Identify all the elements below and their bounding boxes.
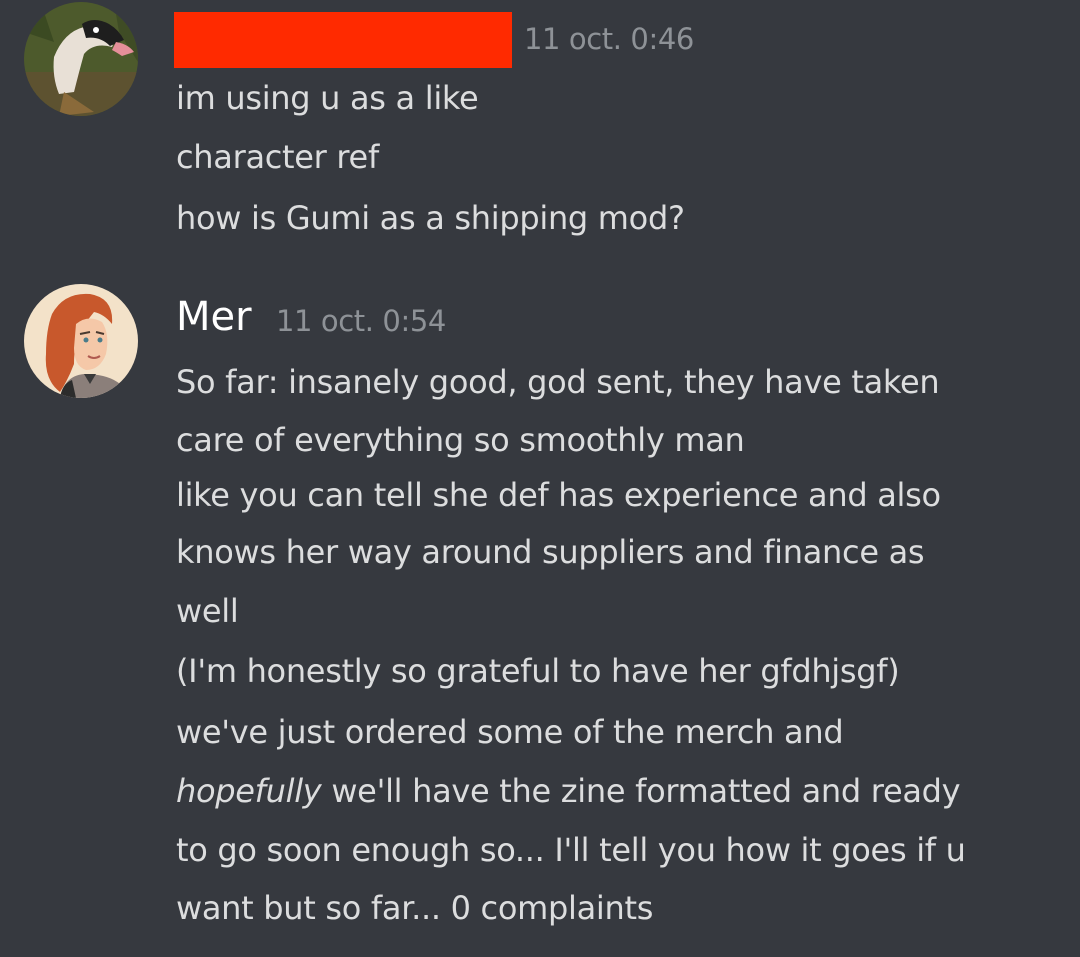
- goose-avatar-icon: [24, 2, 138, 116]
- message-line: im using u as a like: [176, 79, 479, 117]
- redacted-username: [174, 12, 512, 68]
- message-line: knows her way around suppliers and finan…: [176, 533, 925, 571]
- message-timestamp: 11 oct. 0:46: [524, 22, 694, 56]
- message-line-text: we'll have the zine formatted and ready: [331, 772, 961, 810]
- message-line: So far: insanely good, god sent, they ha…: [176, 363, 940, 401]
- avatar[interactable]: [24, 2, 138, 116]
- message-line: how is Gumi as a shipping mod?: [176, 199, 685, 237]
- message-line: character ref: [176, 138, 379, 176]
- avatar[interactable]: [24, 284, 138, 398]
- message-line: well: [176, 592, 239, 630]
- emphasized-word: hopefully: [176, 772, 322, 810]
- message-line: (I'm honestly so grateful to have her gf…: [176, 652, 900, 690]
- message-line: hopefully we'll have the zine formatted …: [176, 771, 961, 811]
- message-timestamp: 11 oct. 0:54: [276, 304, 446, 338]
- message-line: to go soon enough so... I'll tell you ho…: [176, 831, 966, 869]
- username[interactable]: Mer: [176, 294, 252, 340]
- portrait-avatar-icon: [24, 284, 138, 398]
- message-line: we've just ordered some of the merch and: [176, 713, 844, 751]
- message-line: like you can tell she def has experience…: [176, 476, 941, 514]
- message-line: want but so far... 0 complaints: [176, 889, 654, 927]
- message-line: care of everything so smoothly man: [176, 421, 745, 459]
